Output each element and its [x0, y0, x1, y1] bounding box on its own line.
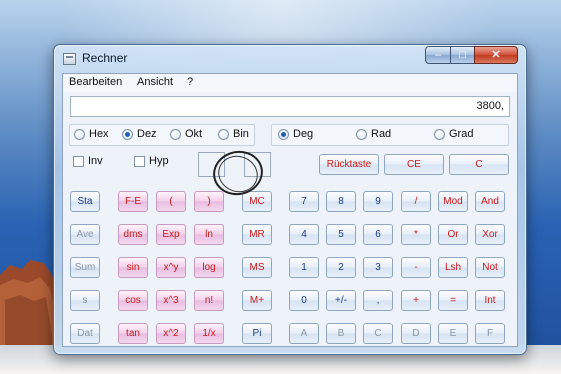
stat-button-ave[interactable]: Ave — [70, 224, 100, 245]
function-button[interactable]: 1/x — [194, 323, 224, 344]
digit-button[interactable]: 6 — [363, 224, 393, 245]
not-button[interactable]: Not — [475, 257, 505, 278]
digit-button[interactable]: 1 — [289, 257, 319, 278]
digit-button[interactable]: 0 — [289, 290, 319, 311]
lsh-button[interactable]: Lsh — [438, 257, 468, 278]
pi-button[interactable]: Pi — [242, 323, 272, 344]
divide-button[interactable]: / — [401, 191, 431, 212]
hex-digit-button[interactable]: E — [438, 323, 468, 344]
function-button[interactable]: x^2 — [156, 323, 186, 344]
or-button[interactable]: Or — [438, 224, 468, 245]
radio-rad-label: Rad — [371, 128, 392, 140]
sign-toggle-button[interactable]: +/- — [326, 290, 356, 311]
calculator-window: Rechner – □ ✕ Bearbeiten Ansicht ? 3800,… — [53, 44, 527, 355]
clear-button[interactable]: C — [449, 154, 509, 175]
hex-digit-button[interactable]: A — [289, 323, 319, 344]
radio-okt-label: Okt — [185, 128, 203, 140]
window-title: Rechner — [82, 51, 128, 65]
digit-button[interactable]: 2 — [326, 257, 356, 278]
stat-button-sum[interactable]: Sum — [70, 257, 100, 278]
close-button[interactable]: ✕ — [474, 46, 518, 64]
function-button[interactable]: dms — [118, 224, 148, 245]
result-display: 3800, — [70, 96, 510, 117]
function-button[interactable]: sin — [118, 257, 148, 278]
radio-hex-label: Hex — [89, 128, 109, 140]
hex-digit-button[interactable]: C — [363, 323, 393, 344]
menu-help[interactable]: ? — [187, 76, 193, 88]
calculator-client-area: Bearbeiten Ansicht ? 3800, Hex Dez Okt B… — [62, 73, 518, 347]
maximize-button[interactable]: □ — [450, 46, 475, 64]
decimal-button[interactable]: , — [363, 290, 393, 311]
add-button[interactable]: + — [401, 290, 431, 311]
memory-add-button[interactable]: M+ — [242, 290, 272, 311]
checkbox-inv-label: Inv — [88, 155, 103, 167]
digit-button[interactable]: 4 — [289, 224, 319, 245]
function-button[interactable]: ) — [194, 191, 224, 212]
function-button[interactable]: tan — [118, 323, 148, 344]
hex-digit-button[interactable]: D — [401, 323, 431, 344]
function-button[interactable]: cos — [118, 290, 148, 311]
backspace-button[interactable]: Rücktaste — [319, 154, 379, 175]
hex-digit-button[interactable]: B — [326, 323, 356, 344]
memory-clear-button[interactable]: MC — [242, 191, 272, 212]
int-button[interactable]: Int — [475, 290, 505, 311]
function-button[interactable]: n! — [194, 290, 224, 311]
function-button[interactable]: F-E — [118, 191, 148, 212]
checkbox-hyp-label: Hyp — [149, 155, 169, 167]
clear-entry-button[interactable]: CE — [384, 154, 444, 175]
digit-button[interactable]: 7 — [289, 191, 319, 212]
digit-button[interactable]: 5 — [326, 224, 356, 245]
menu-ansicht[interactable]: Ansicht — [137, 76, 173, 88]
menu-bar: Bearbeiten Ansicht ? — [63, 74, 517, 92]
and-button[interactable]: And — [475, 191, 505, 212]
memory-store-button[interactable]: MS — [242, 257, 272, 278]
menu-bearbeiten[interactable]: Bearbeiten — [69, 76, 122, 88]
angle-units-group: Deg Rad Grad — [271, 124, 509, 146]
calculator-app-icon — [63, 53, 76, 65]
radio-dez-label: Dez — [137, 128, 157, 140]
multiply-button[interactable]: * — [401, 224, 431, 245]
stat-button-dat[interactable]: Dat — [70, 323, 100, 344]
hex-digit-button[interactable]: F — [475, 323, 505, 344]
memory-indicator — [244, 152, 271, 177]
mod-button[interactable]: Mod — [438, 191, 468, 212]
equals-button[interactable]: = — [438, 290, 468, 311]
subtract-button[interactable]: - — [401, 257, 431, 278]
radio-bin-label: Bin — [233, 128, 249, 140]
function-button[interactable]: log — [194, 257, 224, 278]
digit-button[interactable]: 3 — [363, 257, 393, 278]
parenthesis-indicator — [198, 152, 225, 177]
stat-button-sta[interactable]: Sta — [70, 191, 100, 212]
digit-button[interactable]: 8 — [326, 191, 356, 212]
display-value: 3800, — [476, 100, 504, 112]
function-button[interactable]: x^3 — [156, 290, 186, 311]
title-bar[interactable]: Rechner – □ ✕ — [54, 45, 526, 73]
minimize-button[interactable]: – — [425, 46, 451, 64]
stat-button-s[interactable]: s — [70, 290, 100, 311]
function-button[interactable]: x^y — [156, 257, 186, 278]
function-button[interactable]: Exp — [156, 224, 186, 245]
memory-recall-button[interactable]: MR — [242, 224, 272, 245]
function-button[interactable]: ( — [156, 191, 186, 212]
radio-grad-label: Grad — [449, 128, 474, 140]
radio-deg-label: Deg — [293, 128, 314, 140]
function-button[interactable]: ln — [194, 224, 224, 245]
number-system-group: Hex Dez Okt Bin — [69, 124, 255, 146]
xor-button[interactable]: Xor — [475, 224, 505, 245]
digit-button[interactable]: 9 — [363, 191, 393, 212]
